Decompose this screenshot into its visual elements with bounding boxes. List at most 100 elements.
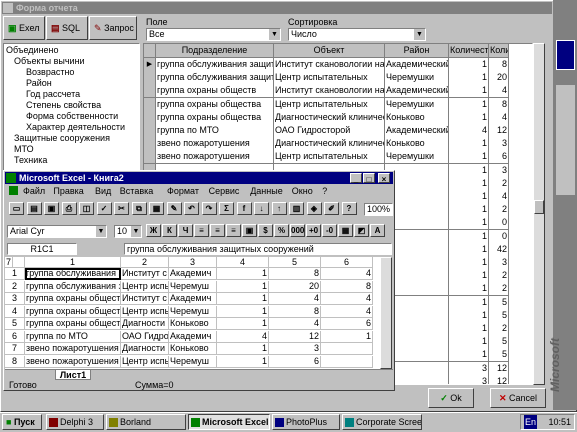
size-select[interactable]: 10 ▼ <box>114 225 142 238</box>
grid-cell[interactable]: Коньково <box>385 137 449 152</box>
column-header[interactable]: Количество <box>449 44 489 58</box>
percent-icon[interactable]: % <box>274 224 289 237</box>
sheet-cell[interactable]: 3 <box>269 343 321 355</box>
tree-item[interactable]: МТО <box>14 144 34 154</box>
column-header[interactable]: Количест <box>489 44 509 58</box>
sheet-cell[interactable]: группа охраны общества <box>25 305 121 318</box>
sheet-cell[interactable]: Диагности <box>121 318 169 330</box>
grid-cell[interactable]: Центр испытательных <box>274 97 385 112</box>
formula-bar[interactable]: группа обслуживания защитных сооружений <box>124 243 392 255</box>
grid-cell[interactable]: 1 <box>449 190 489 204</box>
function-icon[interactable]: f <box>236 202 252 215</box>
grid-cell[interactable]: 1 <box>449 71 489 86</box>
sheet-cell[interactable]: Академич <box>169 330 217 343</box>
grid-cell[interactable]: ОАО Гидросторой <box>274 124 385 138</box>
autosum-icon[interactable]: Σ <box>219 202 234 215</box>
grid-cell[interactable]: группа обслуживания защит <box>156 71 274 86</box>
grid-cell[interactable]: Институт скановологии на <box>274 58 385 72</box>
grid-cell[interactable]: 1 <box>449 163 489 178</box>
grid-cell[interactable]: Диагностический клинический <box>274 137 385 152</box>
sheet-cell[interactable]: ОАО Гидро <box>121 330 169 343</box>
sheet-cell[interactable]: группа охраны общества <box>25 318 121 330</box>
column-header[interactable]: Объект <box>274 44 385 58</box>
grid-cell[interactable]: Черемушки <box>385 97 449 112</box>
preview-icon[interactable]: ◫ <box>79 202 94 215</box>
row-header[interactable]: 1 <box>5 268 25 280</box>
grid-cell[interactable]: 0 <box>489 229 509 244</box>
name-box[interactable]: R1C1 <box>7 243 77 255</box>
grid-scroll-thumb[interactable] <box>534 200 544 214</box>
start-button[interactable]: ■ Пуск <box>2 414 42 430</box>
grid-cell[interactable]: 4 <box>489 84 509 99</box>
grid-cell[interactable]: 3 <box>489 163 509 178</box>
grid-cell[interactable]: 1 <box>449 308 489 323</box>
sheet-cell[interactable]: 1 <box>217 355 269 368</box>
font-select[interactable]: Arial Cyr ▼ <box>7 225 107 238</box>
column-header[interactable]: 3 <box>169 257 217 268</box>
grid-cell[interactable]: 2 <box>489 203 509 218</box>
tree-item[interactable]: Объединено <box>6 45 59 55</box>
sheet-cell[interactable]: Коньково <box>169 343 217 355</box>
row-header[interactable]: 2 <box>5 280 25 293</box>
sheet-cell[interactable]: Диагности <box>121 343 169 355</box>
grid-cell[interactable]: 0 <box>489 216 509 231</box>
menu-item[interactable]: Окно <box>292 185 313 197</box>
sheet-cell[interactable] <box>321 355 373 368</box>
bold-icon[interactable]: Ж <box>146 224 161 237</box>
minimize-button[interactable]: _ <box>350 173 362 184</box>
sheet-cell[interactable]: 1 <box>217 268 269 280</box>
sheet-cell[interactable]: группа обслуживания защ <box>25 268 121 280</box>
border-icon[interactable]: ▦ <box>338 224 353 237</box>
grid-cell[interactable]: Институт скановологии на <box>274 84 385 99</box>
decimal-inc-icon[interactable]: +0 <box>306 224 321 237</box>
taskbar-item[interactable]: PhotoPlus <box>272 414 340 430</box>
tree-view[interactable]: Объединено Объекты вычини Возврастно Район Г… <box>3 43 140 173</box>
italic-icon[interactable]: К <box>162 224 177 237</box>
menu-item[interactable]: Вид <box>95 185 111 197</box>
grid-cell[interactable]: 1 <box>449 84 489 99</box>
grid-cell[interactable]: 1 <box>449 282 489 297</box>
sheet-cell[interactable]: 1 <box>321 330 373 343</box>
grid-cell[interactable]: 6 <box>489 150 509 165</box>
sheet-cell[interactable]: 1 <box>217 280 269 293</box>
sheet-cell[interactable]: Институт с <box>121 268 169 280</box>
paste-icon[interactable]: ▦ <box>149 202 164 215</box>
row-indicator[interactable] <box>144 97 156 112</box>
grid-cell[interactable]: 42 <box>489 242 509 257</box>
row-header[interactable]: 4 <box>5 305 25 318</box>
brush-icon[interactable]: ✎ <box>166 202 182 215</box>
maximize-button[interactable]: □ <box>363 173 375 184</box>
merge-icon[interactable]: ▣ <box>242 224 257 237</box>
sheet-cell[interactable]: 8 <box>269 305 321 318</box>
sheet-cell[interactable]: 8 <box>321 280 373 293</box>
grid-cell[interactable]: Коньково <box>385 110 449 125</box>
fill-icon[interactable]: ◩ <box>354 224 369 237</box>
menu-item[interactable]: Правка <box>53 185 83 197</box>
grid-cell[interactable]: 1 <box>449 216 489 231</box>
ok-button[interactable]: ✓ Ok <box>428 388 474 408</box>
grid-cell[interactable]: 12 <box>489 361 509 376</box>
grid-cell[interactable]: 8 <box>489 97 509 112</box>
sheet-cell[interactable]: Центр испы <box>121 355 169 368</box>
sheet-cell[interactable]: Академич <box>169 293 217 305</box>
sheet-vscroll[interactable] <box>380 257 392 369</box>
row-indicator[interactable] <box>144 84 156 99</box>
column-header[interactable]: 1 <box>25 257 121 268</box>
grid-cell[interactable]: 3 <box>449 361 489 376</box>
language-indicator[interactable]: En <box>524 415 538 429</box>
spell-icon[interactable]: ✓ <box>96 202 112 215</box>
grid-cell[interactable]: звено пожаротушения <box>156 137 274 152</box>
row-indicator[interactable] <box>144 110 156 125</box>
fontcolor-icon[interactable]: A <box>370 224 385 237</box>
grid-cell[interactable]: Академический <box>385 124 449 138</box>
sheet-cell[interactable]: Черемуш <box>169 280 217 293</box>
tree-item[interactable]: Возврастно <box>26 67 74 77</box>
align-left-icon[interactable]: ≡ <box>194 224 209 237</box>
sheet-cell[interactable]: Черемуш <box>169 355 217 368</box>
grid-cell[interactable]: 4 <box>449 124 489 138</box>
grid-cell[interactable]: Центр испытательных <box>274 71 385 86</box>
redo-icon[interactable]: ↷ <box>201 202 217 215</box>
sheet-cell[interactable]: звено пожаротушения <box>25 355 121 368</box>
chevron-down-icon[interactable]: ▼ <box>414 29 425 40</box>
cancel-button[interactable]: ✕ Cancel <box>490 388 546 408</box>
